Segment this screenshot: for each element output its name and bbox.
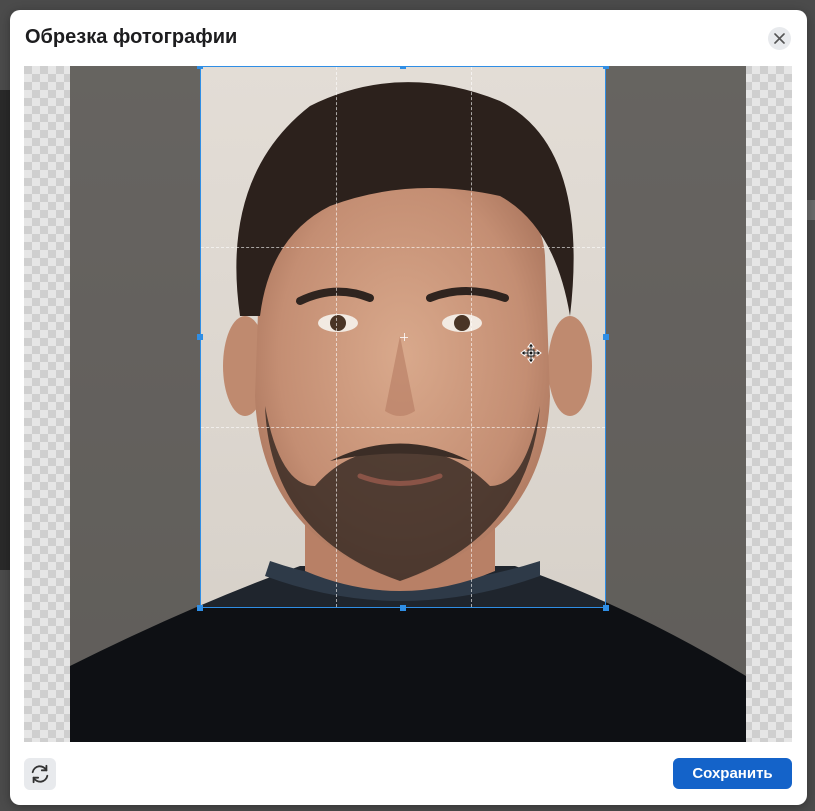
grid-line: [471, 67, 472, 607]
crop-handle-top-right[interactable]: [603, 66, 609, 69]
grid-line: [201, 247, 605, 248]
crop-canvas[interactable]: [24, 66, 792, 742]
crop-handle-top[interactable]: [400, 66, 406, 69]
move-cursor-icon: [520, 342, 542, 364]
rotate-icon: [31, 764, 49, 784]
crop-photo-dialog: Обрезка фотографии Сохранить: [10, 10, 807, 805]
crop-handle-left[interactable]: [197, 334, 203, 340]
crop-handle-bottom-right[interactable]: [603, 605, 609, 611]
backdrop-shape: [807, 200, 815, 220]
save-button[interactable]: Сохранить: [673, 758, 792, 789]
close-button[interactable]: [768, 27, 791, 50]
dialog-title: Обрезка фотографии: [25, 26, 238, 48]
close-icon: [774, 33, 785, 44]
crop-mask-bottom: [200, 608, 606, 742]
rotate-button[interactable]: [24, 758, 56, 790]
crop-handle-bottom[interactable]: [400, 605, 406, 611]
crop-mask-right: [606, 66, 746, 742]
crop-mask-left: [70, 66, 200, 742]
crop-handle-right[interactable]: [603, 334, 609, 340]
crop-selection[interactable]: [197, 66, 609, 611]
crop-handle-bottom-left[interactable]: [197, 605, 203, 611]
backdrop-shape: [0, 90, 10, 570]
grid-line: [336, 67, 337, 607]
crop-handle-top-left[interactable]: [197, 66, 203, 69]
crop-center-mark: [400, 333, 408, 341]
grid-line: [201, 427, 605, 428]
